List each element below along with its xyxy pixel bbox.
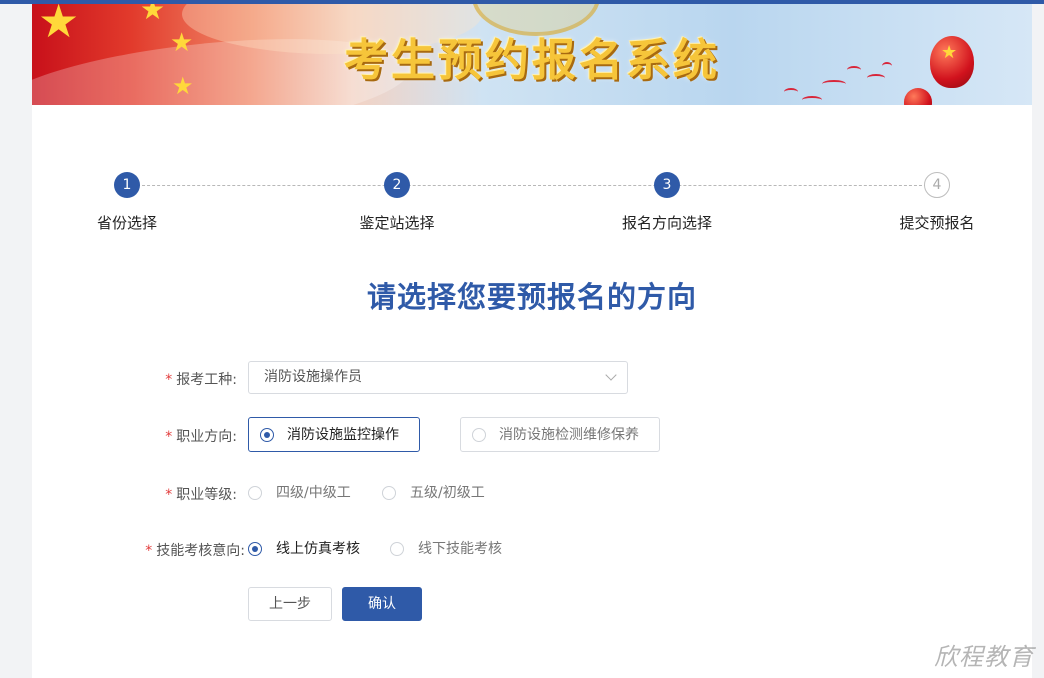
job-type-row: * 报考工种: 消防设施操作员 bbox=[32, 361, 1032, 395]
step-number-badge: 2 bbox=[384, 172, 410, 198]
field-label: 职业等级: bbox=[176, 487, 237, 503]
job-type-label: * 报考工种: bbox=[132, 369, 237, 389]
page-container: ★ ★ ★ ★ 考生预约报名系统 ★ 1 省份选择 2 鉴定站选择 3 报名方向… bbox=[32, 4, 1032, 678]
direction-option-maintenance[interactable]: 消防设施检测维修保养 bbox=[460, 417, 660, 452]
back-button[interactable]: 上一步 bbox=[248, 587, 332, 621]
star-icon: ★ bbox=[172, 72, 194, 100]
career-level-label: * 职业等级: bbox=[132, 484, 237, 504]
required-mark: * bbox=[165, 487, 173, 503]
bird-icon bbox=[847, 66, 861, 74]
step-label: 省份选择 bbox=[96, 214, 157, 232]
bird-icon bbox=[867, 74, 885, 82]
bird-icon bbox=[822, 80, 846, 88]
skill-assessment-label: * 技能考核意向: bbox=[112, 540, 245, 560]
skill-assessment-row: * 技能考核意向: 线上仿真考核 线下技能考核 bbox=[32, 538, 1032, 562]
direction-option-monitoring[interactable]: 消防设施监控操作 bbox=[248, 417, 420, 452]
star-icon: ★ bbox=[941, 42, 958, 63]
star-icon: ★ bbox=[38, 4, 80, 48]
watermark: 欣程教育 bbox=[934, 643, 1034, 671]
step-number-badge: 4 bbox=[924, 172, 950, 198]
field-label: 职业方向: bbox=[176, 429, 237, 445]
star-icon: ★ bbox=[140, 4, 166, 26]
confirm-button[interactable]: 确认 bbox=[342, 587, 422, 621]
step-province: 1 省份选择 bbox=[62, 170, 192, 233]
step-label: 鉴定站选择 bbox=[359, 214, 435, 232]
header-banner: ★ ★ ★ ★ 考生预约报名系统 ★ bbox=[32, 4, 1032, 105]
level-five-label[interactable]: 五级/初级工 bbox=[410, 485, 485, 501]
progress-steps: 1 省份选择 2 鉴定站选择 3 报名方向选择 4 提交预报名 bbox=[32, 170, 1032, 240]
steps-connector-line bbox=[127, 185, 937, 186]
star-icon: ★ bbox=[170, 28, 194, 58]
step-number-badge: 3 bbox=[654, 172, 680, 198]
level-five-radio[interactable] bbox=[382, 486, 396, 500]
bird-icon bbox=[802, 96, 822, 104]
step-submit: 4 提交预报名 bbox=[872, 170, 1002, 233]
online-assessment-label[interactable]: 线上仿真考核 bbox=[276, 541, 360, 557]
required-mark: * bbox=[165, 372, 173, 388]
option-label: 消防设施监控操作 bbox=[287, 427, 399, 443]
system-title: 考生预约报名系统 bbox=[344, 35, 720, 86]
step-label: 报名方向选择 bbox=[621, 214, 712, 232]
level-four-radio[interactable] bbox=[248, 486, 262, 500]
offline-assessment-radio[interactable] bbox=[390, 542, 404, 556]
step-number-badge: 1 bbox=[114, 172, 140, 198]
page-title: 请选择您要预报名的方向 bbox=[366, 280, 697, 314]
bird-icon bbox=[882, 62, 892, 70]
career-level-row: * 职业等级: 四级/中级工 五级/初级工 bbox=[32, 482, 1032, 506]
radio-unselected-icon bbox=[472, 428, 486, 442]
step-direction: 3 报名方向选择 bbox=[602, 170, 732, 233]
bird-icon bbox=[784, 88, 798, 96]
required-mark: * bbox=[165, 429, 173, 445]
offline-assessment-label[interactable]: 线下技能考核 bbox=[418, 541, 502, 557]
job-type-select[interactable]: 消防设施操作员 bbox=[248, 361, 628, 394]
level-four-label[interactable]: 四级/中级工 bbox=[276, 485, 351, 501]
radio-selected-icon bbox=[260, 428, 274, 442]
career-direction-label: * 职业方向: bbox=[132, 426, 237, 446]
select-value: 消防设施操作员 bbox=[264, 369, 362, 385]
hot-air-balloon-icon bbox=[904, 88, 932, 105]
step-label: 提交预报名 bbox=[899, 214, 975, 232]
option-label: 消防设施检测维修保养 bbox=[499, 427, 639, 443]
career-direction-row: * 职业方向: 消防设施监控操作 消防设施检测维修保养 bbox=[32, 417, 1032, 453]
field-label: 技能考核意向: bbox=[156, 543, 245, 559]
online-assessment-radio[interactable] bbox=[248, 542, 262, 556]
field-label: 报考工种: bbox=[176, 372, 237, 388]
step-station: 2 鉴定站选择 bbox=[332, 170, 462, 233]
required-mark: * bbox=[145, 543, 153, 559]
form-actions: 上一步 确认 bbox=[32, 587, 1032, 621]
chevron-down-icon bbox=[605, 369, 617, 381]
